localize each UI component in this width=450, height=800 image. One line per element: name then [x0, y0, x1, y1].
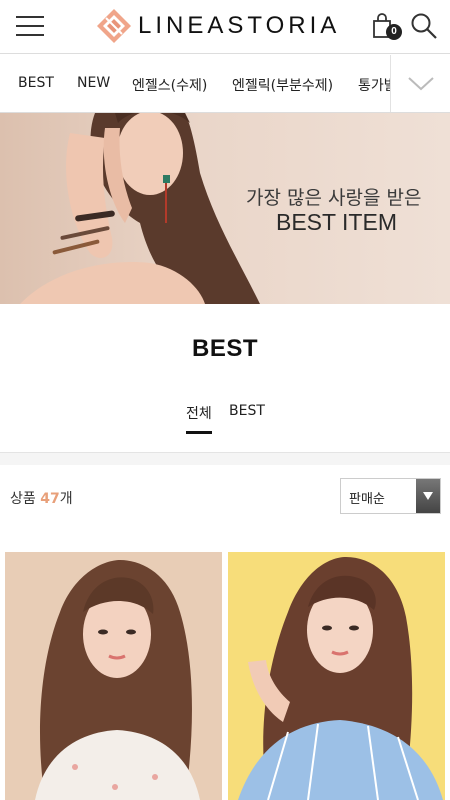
product-count-prefix: 상품 [10, 491, 36, 507]
category-item-best[interactable]: BEST [18, 75, 54, 91]
page-title: BEST [191, 335, 258, 362]
logo[interactable]: LINEASTORIA [96, 8, 340, 44]
sort-selected-value: 판매순 [349, 492, 385, 507]
tab-all[interactable]: 전체 [186, 403, 212, 434]
product-count: 상품 47개 [10, 488, 73, 508]
dropdown-arrow-icon [416, 479, 440, 513]
category-item-angelic[interactable]: 엔젤릭(부분수제) [232, 75, 333, 95]
tab-best[interactable]: BEST [229, 403, 265, 419]
cart-count-badge: 0 [386, 24, 402, 40]
product-card[interactable] [228, 552, 445, 800]
sub-tabs: 전체 BEST [0, 403, 450, 434]
sort-select[interactable]: 판매순 [340, 478, 441, 514]
banner-subtitle: 가장 많은 사랑을 받은 [246, 187, 422, 209]
product-image [5, 552, 222, 800]
product-image [228, 552, 445, 800]
product-count-number: 47 [40, 491, 60, 507]
category-list: BEST NEW 엔젤스(수제) 엔젤릭(부분수제) 통가발 [0, 55, 390, 112]
promo-banner[interactable]: 가장 많은 사랑을 받은 BEST ITEM [0, 113, 450, 304]
category-item-angels[interactable]: 엔젤스(수제) [132, 75, 207, 95]
category-expand-button[interactable] [390, 55, 450, 112]
category-item-new[interactable]: NEW [77, 75, 110, 91]
category-item-full-wig[interactable]: 통가발 [358, 75, 390, 95]
shopping-bag-icon[interactable]: 0 [372, 13, 402, 41]
product-card[interactable] [5, 552, 222, 800]
section-divider [0, 452, 450, 465]
logo-text: LINEASTORIA [138, 12, 341, 39]
chevron-down-icon [408, 77, 434, 91]
product-count-suffix: 개 [59, 491, 73, 507]
search-icon[interactable] [410, 12, 440, 42]
top-header: LINEASTORIA 0 [0, 0, 450, 54]
category-nav: BEST NEW 엔젤스(수제) 엔젤릭(부분수제) 통가발 [0, 55, 450, 113]
hamburger-menu-icon[interactable] [16, 14, 46, 38]
logo-diamond-icon [96, 8, 132, 44]
banner-title: BEST ITEM [276, 209, 397, 235]
